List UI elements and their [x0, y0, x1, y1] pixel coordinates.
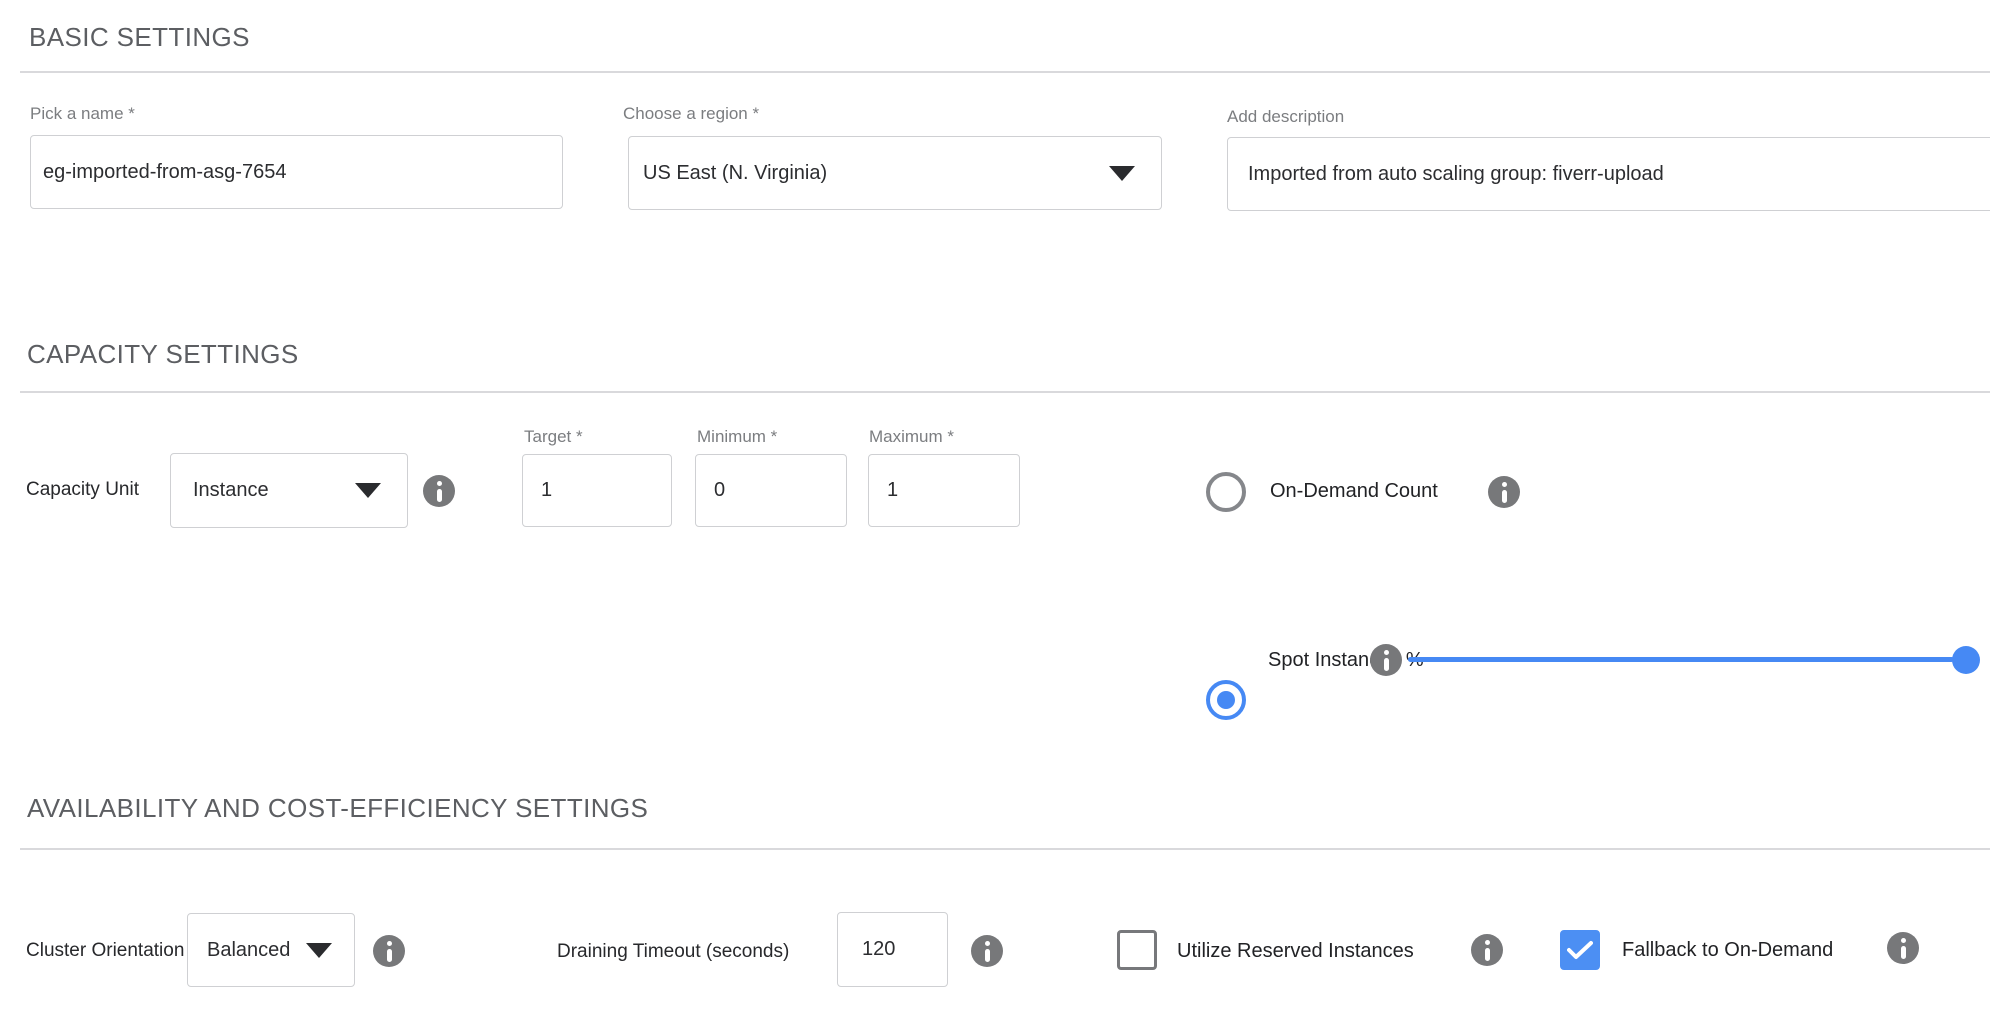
cluster-orientation-label: Cluster Orientation — [26, 938, 184, 964]
draining-timeout-input[interactable] — [837, 912, 948, 987]
fallback-to-on-demand-label: Fallback to On-Demand — [1622, 937, 1833, 963]
utilize-reserved-instances-info-icon[interactable] — [1471, 934, 1503, 966]
region-dropdown-value: US East (N. Virginia) — [643, 162, 827, 185]
fallback-to-on-demand-info-icon[interactable] — [1887, 932, 1919, 964]
target-input[interactable] — [522, 454, 672, 527]
description-field-label: Add description — [1227, 106, 1344, 128]
slider-track[interactable] — [1408, 657, 1954, 662]
basic-settings-title: BASIC SETTINGS — [29, 20, 250, 54]
slider-thumb[interactable] — [1952, 646, 1980, 674]
cluster-orientation-dropdown[interactable]: Balanced — [187, 913, 355, 987]
name-input[interactable] — [30, 135, 563, 209]
capacity-unit-info-icon[interactable] — [423, 475, 455, 507]
chevron-down-icon — [306, 943, 332, 958]
basic-settings-divider — [20, 71, 1990, 73]
capacity-settings-title: CAPACITY SETTINGS — [27, 337, 299, 371]
utilize-reserved-instances-label: Utilize Reserved Instances — [1177, 938, 1414, 964]
spot-instances-info-icon[interactable] — [1370, 644, 1402, 676]
availability-settings-divider — [20, 848, 1990, 850]
maximum-field-label: Maximum * — [869, 426, 954, 448]
utilize-reserved-instances-checkbox[interactable] — [1117, 930, 1157, 970]
settings-page: { "basic_settings": { "title": "BASIC SE… — [0, 0, 1990, 1016]
target-field-label: Target * — [524, 426, 583, 448]
on-demand-count-radio[interactable] — [1206, 472, 1246, 512]
chevron-down-icon — [1109, 166, 1135, 181]
fallback-to-on-demand-checkbox[interactable] — [1560, 930, 1600, 970]
capacity-unit-dropdown-value: Instance — [193, 479, 269, 502]
capacity-unit-label: Capacity Unit — [26, 477, 139, 503]
on-demand-count-info-icon[interactable] — [1488, 476, 1520, 508]
check-icon — [1567, 940, 1593, 960]
capacity-settings-divider — [20, 391, 1990, 393]
region-dropdown[interactable]: US East (N. Virginia) — [628, 136, 1162, 210]
spot-instances-radio[interactable] — [1206, 680, 1246, 720]
availability-settings-title: AVAILABILITY AND COST-EFFICIENCY SETTING… — [27, 791, 648, 825]
on-demand-count-label: On-Demand Count — [1270, 478, 1438, 504]
draining-timeout-info-icon[interactable] — [971, 935, 1003, 967]
draining-timeout-label: Draining Timeout (seconds) — [557, 939, 789, 965]
cluster-orientation-info-icon[interactable] — [373, 935, 405, 967]
maximum-input[interactable] — [868, 454, 1020, 527]
capacity-unit-dropdown[interactable]: Instance — [170, 453, 408, 528]
description-input[interactable] — [1227, 137, 1990, 211]
name-field-label: Pick a name * — [30, 103, 135, 125]
chevron-down-icon — [355, 483, 381, 498]
minimum-field-label: Minimum * — [697, 426, 777, 448]
minimum-input[interactable] — [695, 454, 847, 527]
region-field-label: Choose a region * — [623, 103, 759, 125]
cluster-orientation-dropdown-value: Balanced — [207, 939, 290, 962]
